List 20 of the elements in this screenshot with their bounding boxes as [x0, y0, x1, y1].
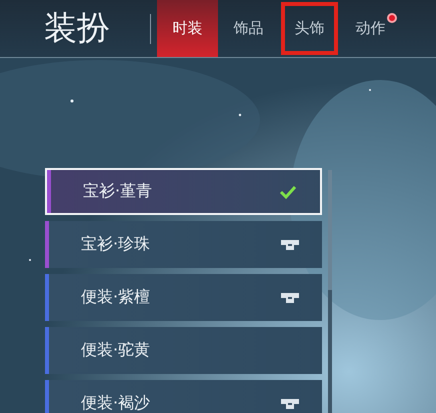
page-title: 装扮 [44, 7, 111, 49]
outfit-item[interactable]: 便装·紫檀 [45, 274, 322, 321]
item-name: 宝衫·珍珠 [81, 234, 152, 255]
tab[interactable]: 动作 [340, 0, 401, 57]
outfit-item[interactable]: 便装·驼黄 [45, 327, 322, 374]
notification-dot [387, 13, 397, 23]
hanger-icon [280, 238, 300, 252]
item-name: 便装·褐沙 [81, 393, 152, 413]
item-name: 便装·驼黄 [81, 340, 152, 361]
hanger-icon [280, 290, 300, 304]
tab[interactable]: 饰品 [218, 0, 279, 57]
item-name: 便装·紫檀 [81, 287, 152, 308]
hanger-icon [280, 396, 300, 410]
item-name: 宝衫·堇青 [83, 181, 154, 202]
outfit-item[interactable]: 宝衫·珍珠 [45, 221, 322, 268]
tab[interactable]: 头饰 [279, 0, 340, 57]
tab[interactable]: 时装 [157, 0, 218, 57]
outfit-item[interactable]: 宝衫·堇青 [45, 168, 322, 215]
check-icon [278, 184, 298, 200]
outfit-item[interactable]: 便装·褐沙 [45, 380, 322, 413]
